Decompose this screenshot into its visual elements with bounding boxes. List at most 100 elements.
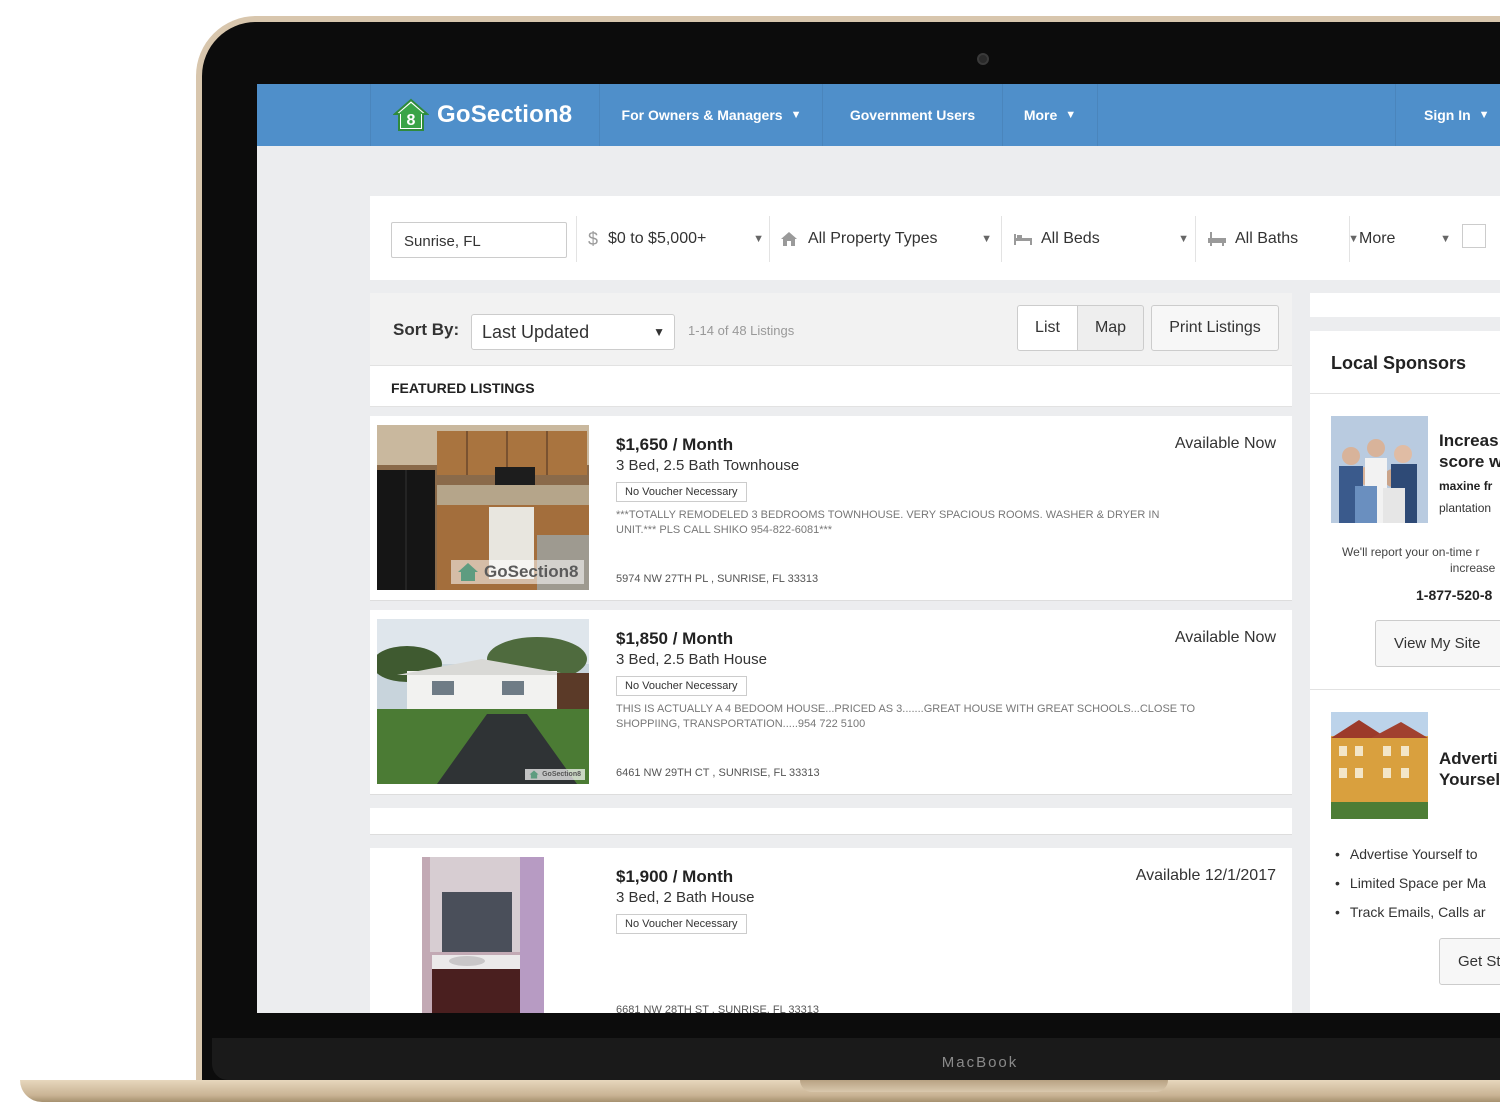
listing-availability: Available Now — [1174, 435, 1276, 452]
results-count: 1-14 of 48 Listings — [688, 323, 795, 338]
listing-price[interactable]: $1,650 / Month — [616, 435, 733, 455]
beds-filter[interactable]: All Beds ▼ — [1013, 222, 1189, 256]
property-type-label: All Property Types — [808, 230, 938, 247]
sponsor-ad-text: We'll report your on-time r — [1342, 545, 1480, 559]
voucher-badge: No Voucher Necessary — [616, 482, 747, 502]
sponsor-bullet: Track Emails, Calls ar — [1335, 904, 1486, 920]
sponsors-heading: Local Sponsors — [1310, 331, 1500, 394]
print-listings-button[interactable]: Print Listings — [1151, 305, 1279, 351]
listing-price[interactable]: $1,850 / Month — [616, 629, 733, 649]
listing-availability: Available Now — [1174, 629, 1276, 646]
listing-price[interactable]: $1,900 / Month — [616, 867, 733, 887]
sponsor-name: maxine fr — [1439, 479, 1493, 493]
watermark-text: GoSection8 — [484, 562, 579, 581]
listing-address: 6681 NW 28TH ST , SUNRISE, FL 33313 — [616, 1004, 819, 1013]
sponsor-ad-title-line2[interactable]: Yoursel — [1439, 769, 1500, 790]
chevron-down-icon: ▼ — [790, 109, 802, 121]
sidebar-top-block — [1310, 293, 1500, 317]
filter-divider — [576, 216, 577, 262]
listing-beds-baths: 3 Bed, 2.5 Bath House — [616, 651, 767, 668]
chevron-down-icon: ▼ — [981, 233, 992, 245]
featured-listings-heading: FEATURED LISTINGS — [370, 365, 1292, 407]
filter-divider — [1195, 216, 1196, 262]
dollar-icon: $ — [588, 228, 599, 249]
sponsor-bullet: Advertise Yourself to — [1335, 846, 1478, 862]
photo-watermark: GoSection8 — [451, 560, 585, 584]
sponsor-photo-team[interactable] — [1331, 416, 1428, 523]
get-started-button[interactable]: Get St — [1439, 938, 1500, 985]
bed-icon — [1014, 234, 1032, 245]
chevron-down-icon: ▼ — [1178, 233, 1189, 245]
chevron-down-icon: ▼ — [1065, 109, 1077, 121]
filter-divider — [1349, 216, 1350, 262]
listing-availability: Available 12/1/2017 — [1135, 867, 1276, 884]
list-view-button[interactable]: List — [1017, 305, 1078, 351]
listing-description: ***TOTALLY REMODELED 3 BEDROOMS TOWNHOUS… — [616, 509, 1160, 536]
camera-icon — [977, 53, 989, 65]
sponsor-bullet: Limited Space per Ma — [1335, 875, 1486, 891]
search-filter-bar: Sunrise, FL $ $0 to $5,000+ ▼ All Proper… — [370, 196, 1500, 280]
nav-signin-label: Sign In — [1424, 107, 1471, 123]
baths-filter[interactable]: All Baths ▼ — [1207, 222, 1359, 256]
laptop-notch — [800, 1080, 1168, 1092]
laptop-base — [20, 1080, 1500, 1102]
listing-beds-baths: 3 Bed, 2.5 Bath Townhouse — [616, 457, 800, 474]
logo-text: GoSection8 — [437, 101, 573, 128]
sponsor-ad-title[interactable]: Increas — [1439, 430, 1499, 451]
laptop-chin — [212, 1038, 1500, 1080]
home-icon — [781, 232, 797, 246]
sponsor-location: plantation — [1439, 501, 1492, 515]
house-logo-icon — [529, 770, 539, 779]
listing-photo-kitchen[interactable]: GoSection8 — [377, 425, 589, 590]
price-filter-label: $0 to $5,000+ — [608, 230, 707, 247]
sort-label: Sort By: — [393, 320, 460, 339]
listing-card[interactable]: GoSection8 $1,650 / Month 3 Bed, 2.5 Bat… — [370, 416, 1292, 601]
voucher-badge: No Voucher Necessary — [616, 914, 747, 934]
listing-card[interactable]: $1,900 / Month 3 Bed, 2 Bath House No Vo… — [370, 848, 1292, 1013]
site-logo[interactable]: 8 GoSection8 — [370, 84, 600, 146]
listing-description: THIS IS ACTUALLY A 4 BEDOOM HOUSE...PRIC… — [616, 703, 1196, 730]
more-filter-label: More — [1359, 230, 1396, 247]
chevron-down-icon: ▼ — [1440, 233, 1451, 245]
photo-watermark: GoSection8 — [525, 769, 585, 780]
nav-owners-label: For Owners & Managers — [621, 107, 783, 123]
more-filter[interactable]: More ▼ — [1359, 222, 1451, 256]
local-sponsors-panel: Local Sponsors Increas score w maxine fr… — [1310, 331, 1500, 1013]
filter-divider — [769, 216, 770, 262]
listing-address: 6461 NW 29TH CT , SUNRISE, FL 33313 — [616, 767, 820, 779]
nav-government-label: Government Users — [849, 107, 976, 123]
chevron-down-icon: ▼ — [653, 325, 665, 339]
nav-owners-managers[interactable]: For Owners & Managers ▼ — [601, 84, 823, 146]
browser-screen: 8 GoSection8 For Owners & Managers ▼ Gov… — [257, 84, 1500, 1013]
sponsor-divider — [1310, 689, 1500, 690]
sponsor-ad-title[interactable]: Adverti — [1439, 748, 1498, 769]
baths-filter-label: All Baths — [1235, 230, 1299, 247]
view-my-site-button[interactable]: View My Site — [1375, 620, 1500, 667]
listing-photo-house[interactable]: GoSection8 — [377, 619, 589, 784]
price-filter[interactable]: $ $0 to $5,000+ ▼ — [588, 222, 764, 256]
house-logo-icon: 8 — [393, 98, 429, 131]
sort-select[interactable]: Last Updated ▼ — [471, 314, 675, 350]
beds-filter-label: All Beds — [1041, 230, 1100, 247]
listing-address: 5974 NW 27TH PL , SUNRISE, FL 33313 — [616, 573, 819, 585]
chevron-down-icon: ▼ — [753, 233, 764, 245]
sort-bar: Sort By: Last Updated ▼ 1-14 of 48 Listi… — [370, 293, 1292, 365]
map-view-button[interactable]: Map — [1077, 305, 1144, 351]
listing-photo-bathroom[interactable] — [422, 857, 544, 1013]
sponsor-photo-building[interactable] — [1331, 712, 1428, 819]
sponsor-ad-title-line2[interactable]: score w — [1439, 451, 1500, 472]
location-input[interactable]: Sunrise, FL — [391, 222, 567, 258]
voucher-badge: No Voucher Necessary — [616, 676, 747, 696]
nav-more[interactable]: More ▼ — [1003, 84, 1098, 146]
bathtub-icon — [1208, 232, 1226, 246]
nav-sign-in[interactable]: Sign In ▼ — [1395, 84, 1500, 146]
filter-checkbox[interactable] — [1462, 224, 1486, 248]
watermark-text: GoSection8 — [542, 771, 581, 778]
nav-government-users[interactable]: Government Users — [823, 84, 1003, 146]
sponsor-phone[interactable]: 1-877-520-8 — [1416, 587, 1492, 603]
property-type-filter[interactable]: All Property Types ▼ — [780, 222, 992, 256]
chevron-down-icon: ▼ — [1478, 109, 1490, 121]
listing-card[interactable]: GoSection8 $1,850 / Month 3 Bed, 2.5 Bat… — [370, 610, 1292, 795]
device-brand-label: MacBook — [941, 1054, 1019, 1071]
logo-number: 8 — [407, 112, 416, 129]
